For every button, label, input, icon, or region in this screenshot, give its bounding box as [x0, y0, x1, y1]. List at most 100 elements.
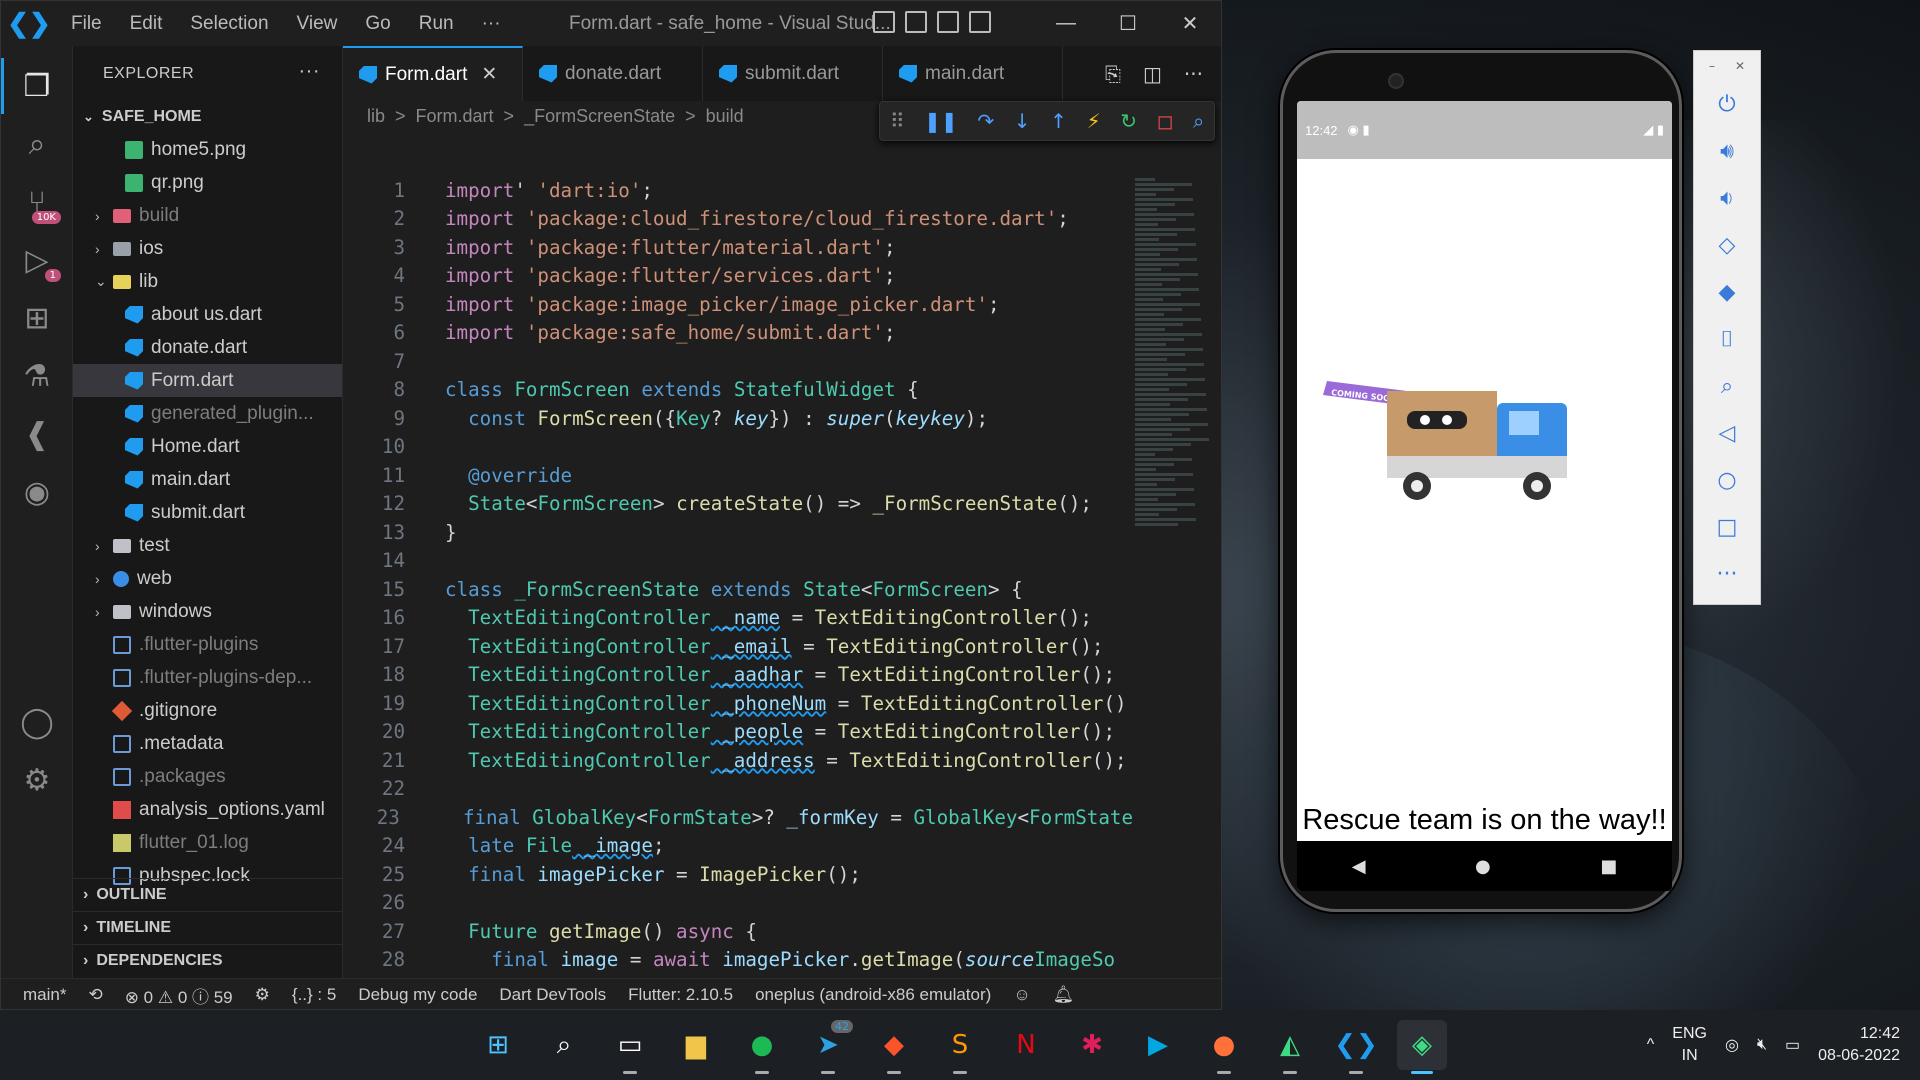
menu-item[interactable]: Go [351, 13, 404, 35]
editor-tab[interactable]: main.dart [883, 46, 1063, 101]
emulator-minimize-icon[interactable]: – [1709, 59, 1715, 73]
tree-item[interactable]: Form.dart [73, 364, 342, 397]
more-actions-icon[interactable]: ··· [1184, 62, 1203, 86]
minimap[interactable] [1135, 176, 1215, 596]
code-line[interactable]: 7 [343, 347, 1133, 376]
more-options-icon[interactable]: ··· [1717, 551, 1738, 598]
step-over-icon[interactable]: ↷ [977, 109, 994, 133]
code-line[interactable]: 1 import' 'dart:io'; [343, 176, 1133, 205]
debug-my-code[interactable]: Debug my code [358, 985, 477, 1005]
editor-tab[interactable]: submit.dart [703, 46, 883, 101]
prime-video-icon[interactable]: ▶ [1133, 1020, 1183, 1070]
code-line[interactable]: 5 import 'package:image_picker/image_pick… [343, 290, 1133, 319]
menu-item[interactable]: View [283, 13, 352, 35]
tree-item[interactable]: about us.dart [73, 298, 342, 331]
tree-item[interactable]: › test [73, 529, 342, 562]
code-line[interactable]: 22 [343, 775, 1133, 804]
timeline-section[interactable]: › TIMELINE [73, 911, 342, 944]
account-icon[interactable]: ◯ [17, 702, 57, 742]
chevron-up-icon[interactable]: ^ [1647, 1036, 1655, 1054]
notifications-bell-icon[interactable]: 🔔︎ [1053, 985, 1075, 1005]
editor-tab[interactable]: Form.dart ✕ [343, 46, 523, 101]
terminal-icon[interactable]: ▭ [605, 1020, 655, 1074]
minimize-button[interactable]: — [1035, 1, 1097, 46]
outline-section[interactable]: › OUTLINE [73, 878, 342, 911]
code-line[interactable]: 4 import 'package:flutter/services.dart'; [343, 262, 1133, 291]
breadcrumb-item[interactable]: _FormScreenState [524, 106, 675, 127]
tree-item[interactable]: › windows [73, 595, 342, 628]
split-editor-icon[interactable]: ◫ [1143, 62, 1162, 86]
code-editor[interactable]: 1 import' 'dart:io'; 2 import 'package:clou… [343, 176, 1133, 976]
tree-item[interactable]: submit.dart [73, 496, 342, 529]
volume-down-icon[interactable]: 🔉︎ [1720, 175, 1734, 222]
back-nav-icon[interactable]: ◀ [1352, 856, 1366, 877]
language-indicator[interactable]: ENG IN [1672, 1023, 1707, 1067]
code-line[interactable]: 15 class _FormScreenState extends State<F… [343, 575, 1133, 604]
device-selector[interactable]: oneplus (android-x86 emulator) [755, 985, 991, 1005]
sublime-icon[interactable]: S [935, 1020, 985, 1074]
git-branch[interactable]: main* [23, 985, 66, 1005]
devtools-search-icon[interactable]: ⌕ [1193, 109, 1204, 133]
start-windows-icon[interactable]: ⊞ [473, 1020, 523, 1070]
clock[interactable]: 12:42 08-06-2022 [1818, 1023, 1900, 1067]
home-nav-icon[interactable]: ● [1475, 856, 1491, 877]
code-line[interactable]: 26 [343, 889, 1133, 918]
code-line[interactable]: 12 State<FormScreen> createState() => _F… [343, 490, 1133, 519]
toggle-secondary-sidebar-icon[interactable] [937, 11, 959, 33]
brave-icon[interactable]: ◆ [869, 1020, 919, 1074]
breadcrumb-item[interactable]: lib [367, 106, 385, 127]
tree-item[interactable]: analysis_options.yaml [73, 793, 342, 826]
bracket-pairs[interactable]: {..} : 5 [292, 985, 336, 1005]
code-line[interactable]: 10 [343, 433, 1133, 462]
code-line[interactable]: 19 TextEditingController _phoneNum = Tex… [343, 689, 1133, 718]
screenshot-camera-icon[interactable]: ⌷ [1720, 316, 1733, 363]
breadcrumb-item[interactable]: Form.dart [416, 106, 494, 127]
tree-item[interactable]: donate.dart [73, 331, 342, 364]
tree-item[interactable]: ⌄ lib [73, 265, 342, 298]
code-line[interactable]: 9 const FormScreen({Key? key}) : super(k… [343, 404, 1133, 433]
tree-item[interactable]: › ios [73, 232, 342, 265]
telegram-icon[interactable]: ➤ 42 [803, 1020, 853, 1074]
drag-handle-icon[interactable]: ⠿ [890, 109, 905, 133]
zoom-icon[interactable]: ⌕ [1721, 363, 1733, 410]
tree-item[interactable]: .gitignore [73, 694, 342, 727]
firefox-icon[interactable]: ● [1199, 1020, 1249, 1074]
tree-item[interactable]: flutter_01.log [73, 826, 342, 859]
menu-item[interactable]: File [57, 13, 116, 35]
code-line[interactable]: 21 TextEditingController _address = Text… [343, 746, 1133, 775]
tree-item[interactable]: main.dart [73, 463, 342, 496]
slack-icon[interactable]: ✱ [1067, 1020, 1117, 1070]
volume-mute-icon[interactable]: 🔇︎ [1757, 1036, 1767, 1054]
sync-icon[interactable]: ⟲ [88, 985, 102, 1005]
code-line[interactable]: 6 import 'package:safe_home/submit.dart'; [343, 319, 1133, 348]
code-line[interactable]: 11 @override [343, 461, 1133, 490]
step-into-icon[interactable]: ↓ [1014, 109, 1031, 133]
menu-item[interactable]: Selection [176, 13, 282, 35]
menu-item[interactable]: ··· [468, 13, 515, 35]
tree-item[interactable]: .metadata [73, 727, 342, 760]
code-line[interactable]: 28 final image = await imagePicker.getIm… [343, 946, 1133, 975]
volume-up-icon[interactable]: 🔊︎ [1720, 128, 1734, 175]
emulator-close-icon[interactable]: ✕ [1735, 59, 1745, 73]
close-tab-icon[interactable]: ✕ [481, 63, 497, 86]
code-line[interactable]: 17 TextEditingController _email = TextEd… [343, 632, 1133, 661]
extensions-icon[interactable]: ⊞ [17, 298, 57, 338]
tree-item[interactable]: .flutter-plugins [73, 628, 342, 661]
tree-item[interactable]: home5.png [73, 133, 342, 166]
testing-icon[interactable]: ⚗ [17, 356, 57, 396]
close-button[interactable]: ✕ [1159, 1, 1221, 46]
hot-reload-icon[interactable]: ⚡ [1087, 109, 1101, 133]
tree-item[interactable]: qr.png [73, 166, 342, 199]
maximize-button[interactable]: ☐ [1097, 1, 1159, 46]
power-icon[interactable]: ⏻ [1718, 81, 1735, 128]
explorer-more-icon[interactable]: ··· [299, 60, 320, 83]
menu-item[interactable]: Edit [116, 13, 177, 35]
tree-item[interactable]: generated_plugin... [73, 397, 342, 430]
stop-icon[interactable]: ◻ [1157, 109, 1174, 133]
dart-devtools[interactable]: Dart DevTools [499, 985, 606, 1005]
code-line[interactable]: 20 TextEditingController _people = TextE… [343, 718, 1133, 747]
flutter-icon[interactable]: ❰ [17, 414, 57, 454]
battery-tray-icon[interactable]: ▭ [1785, 1035, 1800, 1055]
network-icon[interactable]: ◎ [1725, 1035, 1739, 1055]
project-root[interactable]: ⌄ SAFE_HOME [73, 102, 342, 132]
